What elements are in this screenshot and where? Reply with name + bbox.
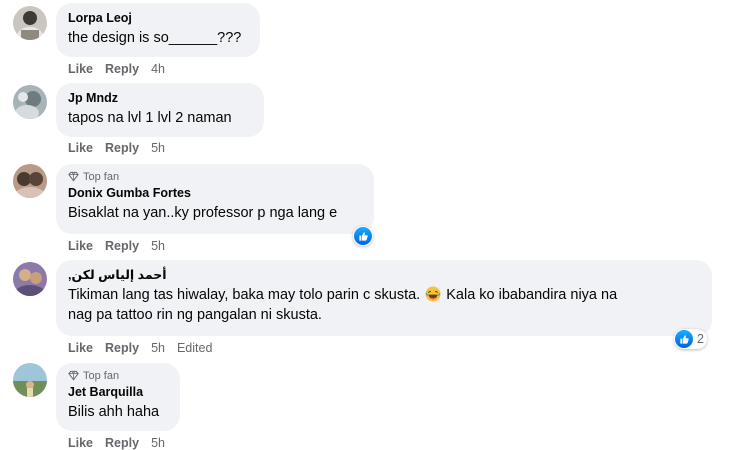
comment-timestamp[interactable]: 5h <box>151 141 165 155</box>
like-reaction-icon <box>675 330 693 348</box>
comment-text: Bisaklat na yan..ky professor p nga lang… <box>68 205 338 221</box>
avatar[interactable] <box>13 164 47 198</box>
comment-actions: Like Reply 4h <box>68 62 165 76</box>
like-reaction-icon <box>354 227 372 245</box>
like-button[interactable]: Like <box>68 341 93 355</box>
diamond-icon <box>68 370 79 381</box>
top-fan-label: Top fan <box>83 369 120 382</box>
comment-bubble: Jp Mndz tapos na lvl 1 lvl 2 naman <box>56 83 264 137</box>
comment-bubble: Top fan Jet Barquilla Bilis ahh haha <box>56 363 180 431</box>
top-fan-badge: Top fan <box>68 369 168 382</box>
comment-bubble: Top fan Donix Gumba Fortes Bisaklat na y… <box>56 164 374 234</box>
comment-text: the design is so______??? <box>68 30 242 46</box>
comment-bubble: أحمد إلياس لكن, Tikiman lang tas hiwalay… <box>56 260 712 336</box>
comment-author[interactable]: Jp Mndz <box>68 90 252 106</box>
reaction-summary[interactable]: 2 <box>674 329 707 349</box>
avatar[interactable] <box>13 262 47 296</box>
like-button[interactable]: Like <box>68 62 93 76</box>
comment-text-part: nag pa tattoo rin ng pangalan ni skusta. <box>68 307 322 323</box>
top-fan-badge: Top fan <box>68 170 362 183</box>
reply-button[interactable]: Reply <box>105 62 139 76</box>
like-button[interactable]: Like <box>68 436 93 450</box>
comment-text-part: Kala ko ibabandira niya na <box>446 287 618 303</box>
edited-label: Edited <box>176 341 213 355</box>
comment-actions: Like Reply 5h <box>68 239 165 253</box>
reply-button[interactable]: Reply <box>105 341 139 355</box>
like-button[interactable]: Like <box>68 239 93 253</box>
avatar[interactable] <box>13 6 47 40</box>
reaction-summary[interactable] <box>353 226 373 246</box>
comment-author[interactable]: Donix Gumba Fortes <box>68 185 362 201</box>
comment-author[interactable]: أحمد إلياس لكن, <box>68 267 700 283</box>
comment-timestamp[interactable]: 4h <box>151 62 165 76</box>
reply-button[interactable]: Reply <box>105 141 139 155</box>
reply-button[interactable]: Reply <box>105 239 139 253</box>
comment-actions: Like Reply 5h <box>68 436 165 450</box>
reaction-count: 2 <box>697 332 704 346</box>
top-fan-label: Top fan <box>83 170 120 183</box>
comment-timestamp[interactable]: 5h <box>151 436 165 450</box>
like-button[interactable]: Like <box>68 141 93 155</box>
comment-author[interactable]: Jet Barquilla <box>68 384 168 400</box>
comment-author[interactable]: Lorpa Leoj <box>68 10 248 26</box>
reply-button[interactable]: Reply <box>105 436 139 450</box>
comment-text: Tikiman lang tas hiwalay, baka may tolo … <box>68 285 700 325</box>
comment-text: tapos na lvl 1 lvl 2 naman <box>68 110 232 126</box>
comment-text-part: Tikiman lang tas hiwalay, baka may tolo … <box>68 287 421 303</box>
comment-actions: Like Reply 5h <box>68 141 165 155</box>
comment-timestamp[interactable]: 5h <box>151 341 165 355</box>
comment-timestamp[interactable]: 5h <box>151 239 165 253</box>
diamond-icon <box>68 171 79 182</box>
laughing-emoji-icon <box>425 286 441 302</box>
comment-text: Bilis ahh haha <box>68 404 160 420</box>
avatar[interactable] <box>13 85 47 119</box>
comment-actions: Like Reply 5h Edited <box>68 341 212 355</box>
avatar[interactable] <box>13 363 47 397</box>
comment-bubble: Lorpa Leoj the design is so______??? <box>56 3 260 57</box>
